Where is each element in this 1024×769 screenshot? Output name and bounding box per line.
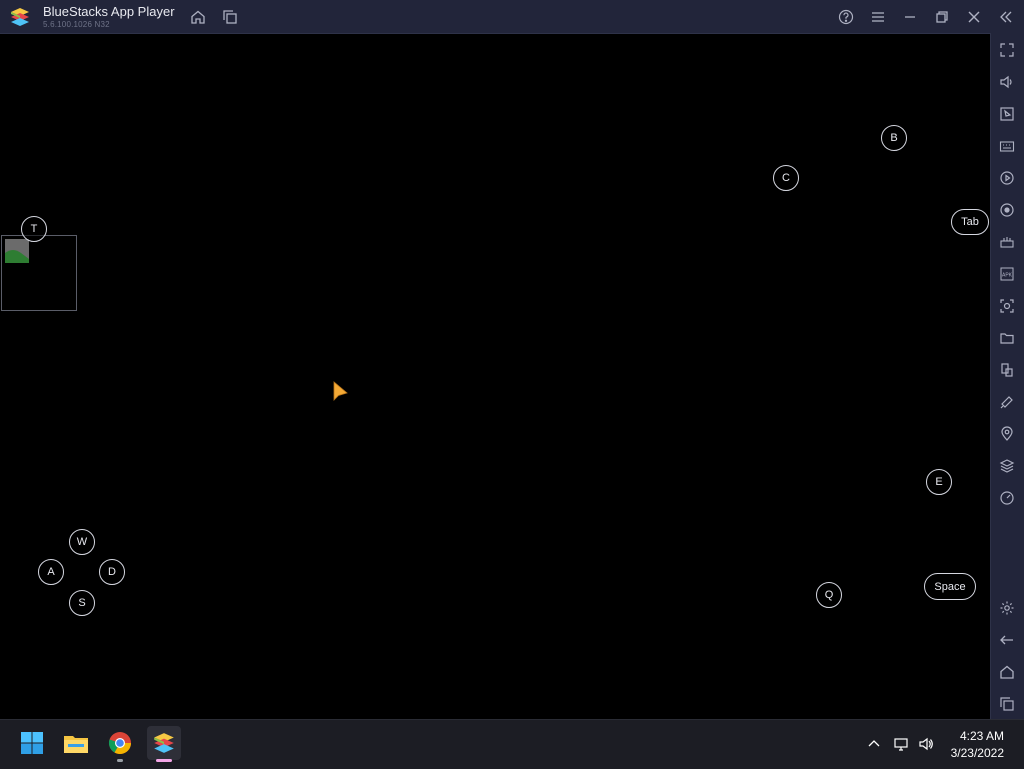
- volume-icon[interactable]: [998, 73, 1016, 91]
- key-space[interactable]: Space: [924, 573, 976, 600]
- menu-icon[interactable]: [869, 8, 887, 26]
- speaker-icon[interactable]: [918, 736, 934, 752]
- app-version: 5.6.100.1026 N32: [43, 20, 110, 29]
- screenshot-icon[interactable]: [998, 297, 1016, 315]
- clock-time[interactable]: 4:23 AM: [960, 729, 1004, 743]
- item-thumbnail: [5, 239, 29, 263]
- sync-icon[interactable]: [998, 201, 1016, 219]
- settings-icon[interactable]: [998, 599, 1016, 617]
- layers-icon[interactable]: [998, 457, 1016, 475]
- title-bar: BlueStacks App Player 5.6.100.1026 N32: [0, 0, 1024, 34]
- folder-icon[interactable]: [998, 329, 1016, 347]
- minimize-icon[interactable]: [901, 8, 919, 26]
- keyboard-icon[interactable]: [998, 137, 1016, 155]
- game-screen[interactable]: T B C Tab E Space Q W A S D: [0, 34, 991, 719]
- close-icon[interactable]: [965, 8, 983, 26]
- window-title: BlueStacks App Player: [43, 4, 175, 19]
- macro-icon[interactable]: [998, 169, 1016, 187]
- clock-date[interactable]: 3/23/2022: [951, 746, 1004, 760]
- key-q[interactable]: Q: [816, 582, 842, 608]
- key-s[interactable]: S: [69, 590, 95, 616]
- sidebar: APK: [990, 33, 1024, 719]
- chrome-icon[interactable]: [103, 726, 137, 762]
- bluestacks-active-indicator: [156, 759, 172, 762]
- key-tab[interactable]: Tab: [951, 209, 989, 235]
- key-a[interactable]: A: [38, 559, 64, 585]
- eco-mode-icon[interactable]: [998, 489, 1016, 507]
- file-explorer-icon[interactable]: [59, 726, 93, 760]
- media-folder-icon[interactable]: [998, 105, 1016, 123]
- collapse-sidebar-icon[interactable]: [997, 8, 1015, 26]
- home-nav-icon[interactable]: [998, 663, 1016, 681]
- key-b[interactable]: B: [881, 125, 907, 151]
- multi-instance-icon[interactable]: [998, 361, 1016, 379]
- recent-apps-icon[interactable]: [998, 695, 1016, 713]
- taskbar: 4:23 AM 3/23/2022: [0, 719, 1024, 769]
- network-icon[interactable]: [893, 736, 909, 752]
- start-icon[interactable]: [15, 726, 49, 760]
- rotate-icon[interactable]: [998, 393, 1016, 411]
- chrome-running-indicator: [117, 759, 123, 762]
- key-t[interactable]: T: [21, 216, 47, 242]
- location-icon[interactable]: [998, 425, 1016, 443]
- svg-text:APK: APK: [1002, 273, 1013, 279]
- apk-icon[interactable]: APK: [998, 265, 1016, 283]
- t-key-region[interactable]: [1, 235, 77, 311]
- chevron-up-icon[interactable]: [866, 736, 882, 752]
- help-icon[interactable]: [837, 8, 855, 26]
- restore-icon[interactable]: [933, 8, 951, 26]
- fullscreen-icon[interactable]: [998, 41, 1016, 59]
- multi-window-icon[interactable]: [221, 8, 239, 26]
- controls-icon[interactable]: [998, 233, 1016, 251]
- back-icon[interactable]: [998, 631, 1016, 649]
- key-w[interactable]: W: [69, 529, 95, 555]
- key-e[interactable]: E: [926, 469, 952, 495]
- key-d[interactable]: D: [99, 559, 125, 585]
- home-icon[interactable]: [189, 8, 207, 26]
- bluestacks-logo: [11, 8, 29, 26]
- bluestacks-icon[interactable]: [147, 726, 181, 762]
- mouse-cursor-icon: [333, 381, 348, 401]
- key-c[interactable]: C: [773, 165, 799, 191]
